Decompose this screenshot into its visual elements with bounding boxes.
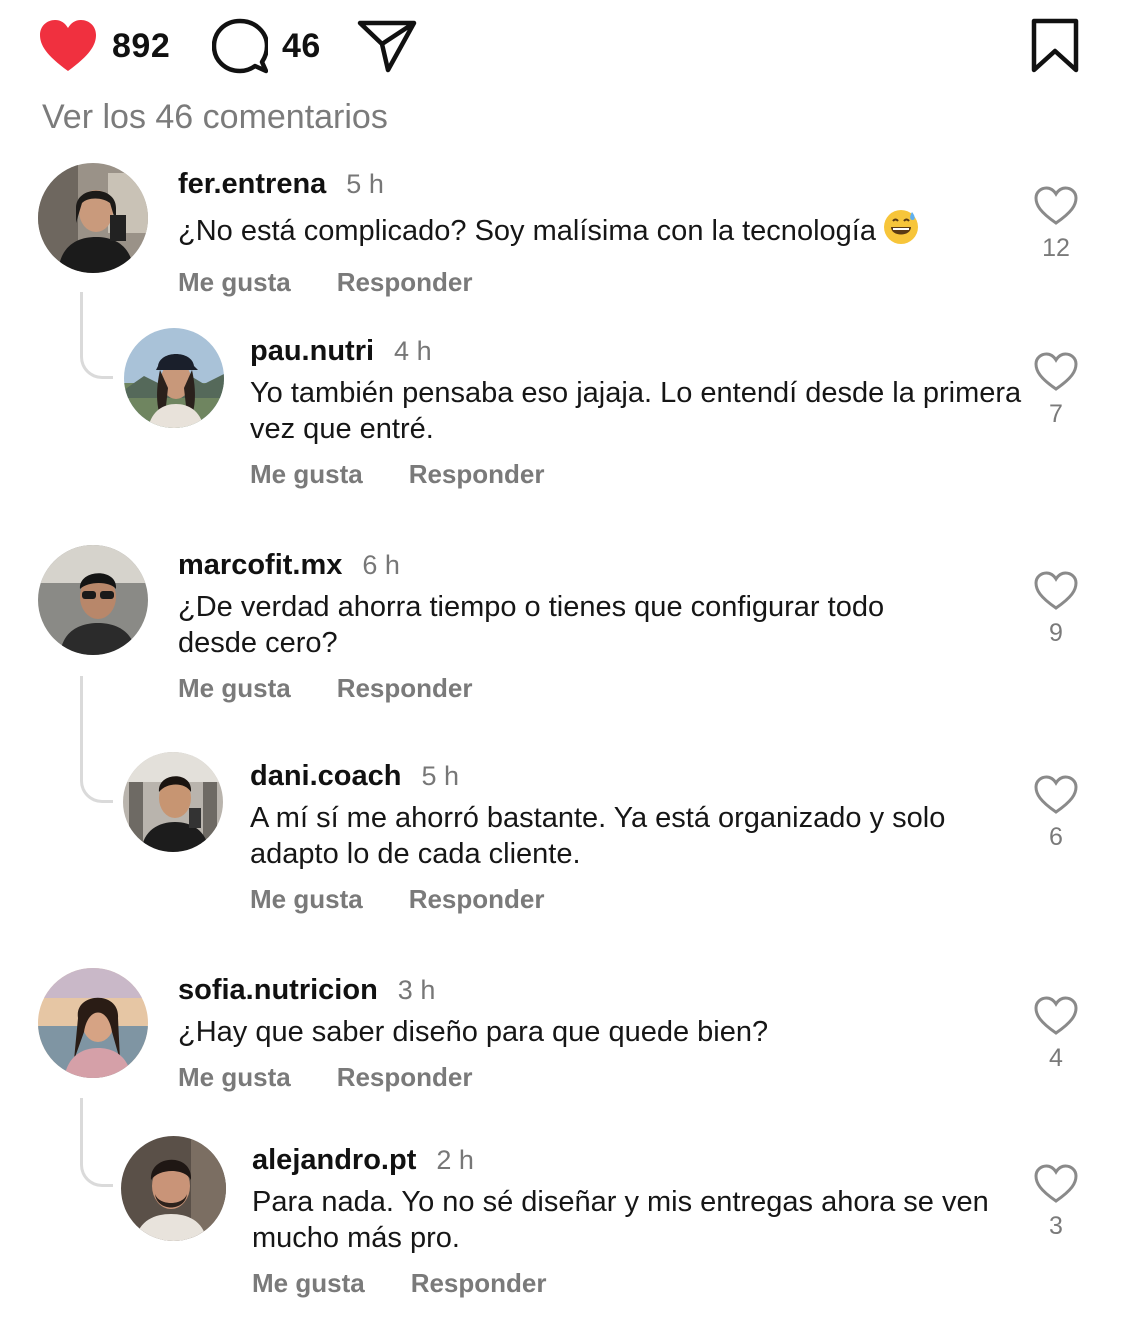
comment-text-line: mucho más pro. [252, 1222, 460, 1254]
comment-text-line: adapto lo de cada cliente. [250, 838, 581, 870]
username[interactable]: dani.coach [250, 760, 402, 793]
comment-like-toggle[interactable]: 7 [1026, 352, 1086, 429]
post-action-bar: 892 46 [0, 0, 1122, 100]
comment-text-line: vez que entré. [250, 413, 434, 445]
timestamp: 5 h [346, 169, 384, 199]
bookmark-icon [1031, 18, 1079, 73]
comment-like-count: 6 [1049, 823, 1063, 851]
comment-like-toggle[interactable]: 6 [1026, 775, 1086, 852]
reply-button[interactable]: Responder [409, 884, 545, 915]
comment-button[interactable]: 46 [212, 16, 321, 76]
username[interactable]: alejandro.pt [252, 1144, 416, 1177]
send-paper-plane-icon [357, 20, 417, 73]
like-post-button[interactable]: 892 [38, 16, 170, 76]
avatar[interactable] [121, 1136, 226, 1241]
avatar[interactable] [123, 752, 223, 852]
username[interactable]: pau.nutri [250, 335, 374, 368]
heart-outline-icon [1034, 996, 1078, 1035]
reply-button[interactable]: Responder [411, 1268, 547, 1299]
comment-text: Yo también pensaba eso jajaja. Lo entend… [250, 375, 1021, 447]
timestamp: 3 h [397, 975, 436, 1005]
heart-filled-icon [40, 20, 96, 71]
heart-outline-icon [1034, 186, 1078, 225]
comment-like-toggle[interactable]: 9 [1026, 571, 1086, 648]
comment-text-line: Yo también pensaba eso jajaja. Lo entend… [250, 377, 1022, 409]
like-count: 892 [112, 26, 171, 65]
like-comment-button[interactable]: Me gusta [178, 1062, 291, 1093]
like-comment-button[interactable]: Me gusta [250, 459, 363, 490]
reply-button[interactable]: Responder [409, 459, 545, 490]
save-button[interactable] [1030, 16, 1080, 76]
comment-text-line: ¿De verdad ahorra tiempo o tienes que co… [178, 591, 885, 623]
reply-button[interactable]: Responder [337, 267, 473, 298]
view-all-comments-link[interactable]: Ver los 46 comentarios [42, 96, 388, 138]
comment-like-count: 4 [1049, 1044, 1063, 1072]
heart-outline-icon [1034, 775, 1078, 814]
comment-text: ¿De verdad ahorra tiempo o tienes que co… [178, 589, 884, 661]
avatar[interactable] [38, 163, 148, 273]
comment-text-line: desde cero? [178, 627, 338, 659]
avatar[interactable] [38, 968, 148, 1078]
reply-thread-line [80, 1098, 113, 1187]
comment-text: ¿Hay que saber diseño para que quede bie… [178, 1016, 769, 1048]
speech-bubble-icon [212, 18, 268, 74]
heart-outline-icon [1034, 571, 1078, 610]
comment-like-count: 9 [1049, 619, 1063, 647]
username[interactable]: marcofit.mx [178, 549, 342, 582]
share-button[interactable] [356, 16, 418, 76]
like-comment-button[interactable]: Me gusta [178, 673, 291, 704]
like-comment-button[interactable]: Me gusta [250, 884, 363, 915]
like-comment-button[interactable]: Me gusta [178, 267, 291, 298]
reply-button[interactable]: Responder [337, 1062, 473, 1093]
reply-button[interactable]: Responder [337, 673, 473, 704]
comment-text: A mí sí me ahorró bastante. Ya está orga… [250, 800, 945, 872]
comment-text-content: ¿No está complicado? Soy malísima con la… [178, 215, 876, 247]
comment-text-line: A mí sí me ahorró bastante. Ya está orga… [250, 802, 946, 834]
timestamp: 6 h [362, 550, 400, 580]
comment-like-count: 12 [1042, 234, 1070, 262]
comment-like-toggle[interactable]: 4 [1026, 996, 1086, 1073]
avatar[interactable] [124, 328, 224, 428]
heart-outline-icon [1034, 1164, 1078, 1203]
comment-count: 46 [282, 26, 321, 65]
reply-thread-line [80, 292, 113, 379]
timestamp: 4 h [394, 336, 432, 366]
username[interactable]: sofia.nutricion [178, 974, 378, 1007]
comment-like-count: 7 [1049, 400, 1063, 428]
comment-text-line: Para nada. Yo no sé diseñar y mis entreg… [252, 1186, 989, 1218]
comment-like-toggle[interactable]: 3 [1026, 1164, 1086, 1241]
comment-like-toggle[interactable]: 12 [1026, 186, 1086, 263]
heart-outline-icon [1034, 352, 1078, 391]
username[interactable]: fer.entrena [178, 168, 326, 201]
timestamp: 5 h [421, 761, 460, 791]
comment-text: ¿No está complicado? Soy malísima con la… [178, 208, 920, 255]
avatar[interactable] [38, 545, 148, 655]
like-comment-button[interactable]: Me gusta [252, 1268, 365, 1299]
timestamp: 2 h [436, 1145, 474, 1175]
comment-text: Para nada. Yo no sé diseñar y mis entreg… [252, 1184, 989, 1256]
grinning-sweat-emoji [882, 208, 920, 255]
reply-thread-line [80, 676, 113, 803]
comment-like-count: 3 [1049, 1212, 1063, 1240]
